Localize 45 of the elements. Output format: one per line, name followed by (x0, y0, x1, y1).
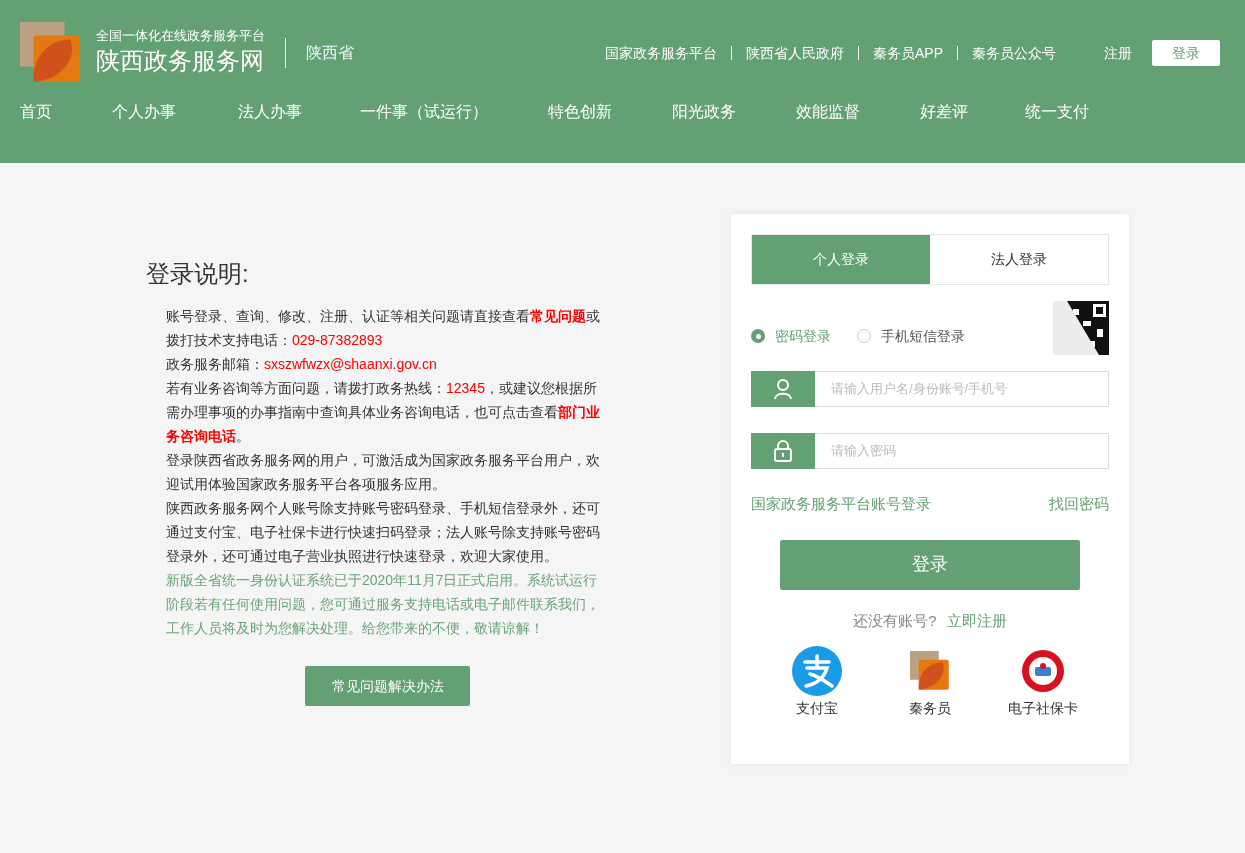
login-method-radio[interactable]: 手机短信登录 (857, 325, 965, 347)
national-account-login-link[interactable]: 国家政务服务平台账号登录 (751, 493, 931, 516)
instruction-paragraph: 登录陕西省政务服务网的用户，可激活成为国家政务服务平台用户，欢迎试用体验国家政务服务平台各项服务应用。 (166, 451, 601, 494)
lock-icon (751, 433, 815, 469)
platform-name: 全国一体化在线政务服务平台 (96, 28, 265, 44)
nav-item[interactable]: 首页 (20, 100, 52, 124)
nav-item[interactable]: 法人办事 (238, 100, 302, 124)
instruction-paragraph: 若有业务咨询等方面问题，请拨打政务热线：12345，或建议您根据所需办理事项的办事指南中查询具体业务咨询电话，也可点击查看部门业务咨询电话。 (166, 379, 601, 446)
faq-button[interactable]: 常见问题解决办法 (305, 666, 470, 706)
header-link[interactable]: 陕西省人民政府 (746, 42, 844, 64)
site-name: 陕西政务服务网 (96, 46, 265, 76)
header-link[interactable]: 秦务员公众号 (972, 42, 1056, 64)
app-logo-icon (910, 651, 950, 691)
third-party-login-label[interactable]: 电子社保卡 (1007, 698, 1078, 719)
register-now-link[interactable]: 立即注册 (946, 609, 1007, 632)
password-field[interactable]: 请输入密码 (815, 433, 1109, 469)
no-account-text: 还没有账号? (853, 610, 937, 631)
instruction-paragraph: 政务服务邮箱：sxszwfwzx@shaanxi.gov.cn (166, 355, 438, 374)
user-icon (751, 371, 815, 407)
username-field[interactable]: 请输入用户名/身份账号/手机号 (815, 371, 1109, 407)
header-link[interactable]: 国家政务服务平台 (605, 42, 717, 64)
qr-code-icon[interactable] (1053, 301, 1109, 355)
forgot-password-link[interactable]: 找回密码 (1049, 493, 1109, 516)
login-method-radio[interactable]: 密码登录 (751, 325, 831, 347)
social-security-card-logo-icon (1020, 649, 1065, 693)
notice-paragraph: 新版全省统一身份认证系统已于2020年11月7日正式启用。系统试运行阶段若有任何使用问题，您可通过服务支持电话或电子邮件联系我们，工作人员将及时为您解决处理。给您带来的不便，敬请谅解！ (166, 571, 601, 638)
nav-item[interactable]: 一件事（试运行） (360, 100, 488, 124)
nav-item[interactable]: 效能监督 (796, 100, 860, 124)
nav-item[interactable]: 统一支付 (1025, 100, 1089, 124)
nav-item[interactable]: 特色创新 (548, 100, 612, 124)
login-tab[interactable]: 个人登录 (752, 235, 930, 284)
instruction-paragraph: 陕西政务服务网个人账号除支持账号密码登录、手机短信登录外，还可通过支付宝、电子社保卡进行快速扫码登录；法人账号除支持账号密码登录外，还可通过电子营业执照进行快速登录，欢迎大家使用。 (166, 499, 601, 566)
instructions-title: 登录说明: (146, 259, 250, 289)
login-submit-button[interactable]: 登录 (780, 539, 1080, 590)
nav-item[interactable]: 阳光政务 (672, 100, 736, 124)
nav-item[interactable]: 好差评 (920, 100, 968, 124)
alipay-logo-icon (792, 646, 843, 696)
region-name: 陕西省 (306, 43, 354, 63)
register-link[interactable]: 注册 (1104, 42, 1132, 64)
third-party-login-label[interactable]: 支付宝 (796, 698, 839, 719)
nav-item[interactable]: 个人办事 (112, 100, 176, 124)
third-party-login-label[interactable]: 秦务员 (909, 698, 951, 719)
header-login-button[interactable]: 登录 (1152, 40, 1220, 66)
header-link[interactable]: 秦务员APP (873, 42, 943, 64)
site-logo-icon (20, 22, 82, 84)
